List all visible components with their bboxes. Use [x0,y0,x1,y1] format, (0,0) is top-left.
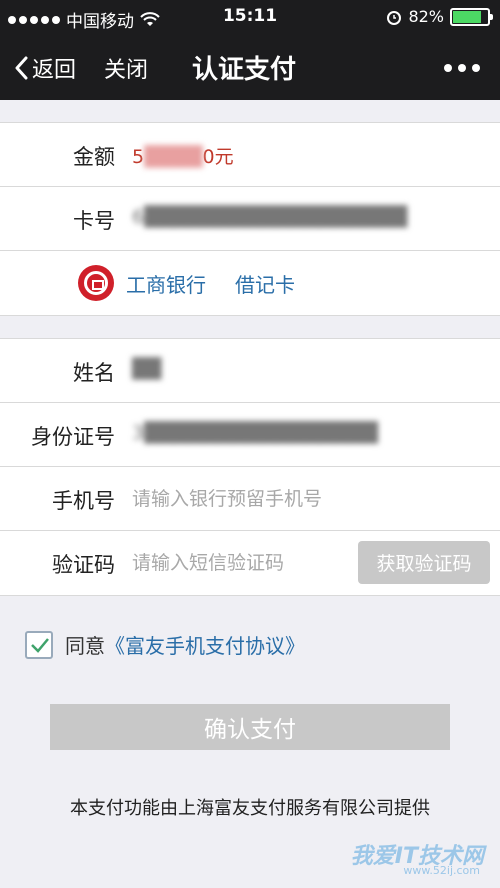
id-number-row: 身份证号 3████████████████ [0,403,500,467]
amount-label: 金额 [73,145,115,169]
card-number-label: 卡号 [73,209,115,233]
phone-input[interactable] [132,481,472,517]
amount-masked: ████ [144,146,203,168]
close-button[interactable]: 关闭 [104,52,148,84]
check-icon [31,637,49,653]
carrier-name: 中国移动 [66,12,134,32]
bank-row: 工商银行 借记卡 [0,251,500,315]
code-input[interactable] [132,545,352,581]
card-type: 借记卡 [235,273,295,297]
amount-value: 5████0元 [132,142,234,169]
nav-bar: 返回 关闭 认证支付 [0,34,500,100]
more-icon[interactable] [444,64,480,72]
chevron-left-icon [15,56,28,80]
agree-checkbox[interactable] [25,630,53,659]
get-code-button[interactable]: 获取验证码 [358,541,490,584]
watermark: 我爱IT技术网 www.52ij.com [254,798,484,878]
id-number-value: 3████████████████ [132,422,378,444]
name-value: ██ [132,358,162,380]
card-number-value: 6██████████████████ [132,206,408,228]
wifi-icon [140,11,160,26]
phone-label: 手机号 [52,489,115,513]
back-label: 返回 [32,58,77,83]
agree-prefix: 同意 [65,634,105,658]
alarm-icon [387,10,402,25]
card-info-group: 金额 5████0元 卡号 6██████████████████ 工商银行 借… [0,122,500,316]
agreement: 同意 《富友手机支付协议》 [25,630,305,659]
battery-fill [453,10,481,23]
id-number-label: 身份证号 [31,425,115,449]
bank-name: 工商银行 [126,273,206,297]
amount-suffix: 0元 [202,146,234,168]
confirm-pay-button[interactable]: 确认支付 [50,704,450,750]
card-number-row: 卡号 6██████████████████ [0,187,500,251]
page-title: 认证支付 [192,55,297,85]
battery-percent: 82% [408,7,444,26]
signal-icon [8,15,60,24]
status-left: 中国移动 [8,7,160,32]
agreement-link[interactable]: 《富友手机支付协议》 [105,630,305,659]
code-label: 验证码 [52,553,115,577]
phone-row: 手机号 [0,467,500,531]
amount-row: 金额 5████0元 [0,123,500,187]
name-label: 姓名 [73,361,115,385]
code-row: 验证码 获取验证码 [0,531,500,595]
status-right: 82% [386,7,493,26]
amount-prefix: 5 [132,146,145,168]
watermark-url: www.52ij.com [403,864,480,877]
status-bar: 中国移动 15:11 82% [0,0,500,34]
name-row: 姓名 ██ [0,339,500,403]
battery-icon [450,7,493,26]
identity-group: 姓名 ██ 身份证号 3████████████████ 手机号 验证码 获取验… [0,338,500,596]
back-button[interactable]: 返回 [14,52,76,84]
icbc-logo-icon [78,265,114,301]
